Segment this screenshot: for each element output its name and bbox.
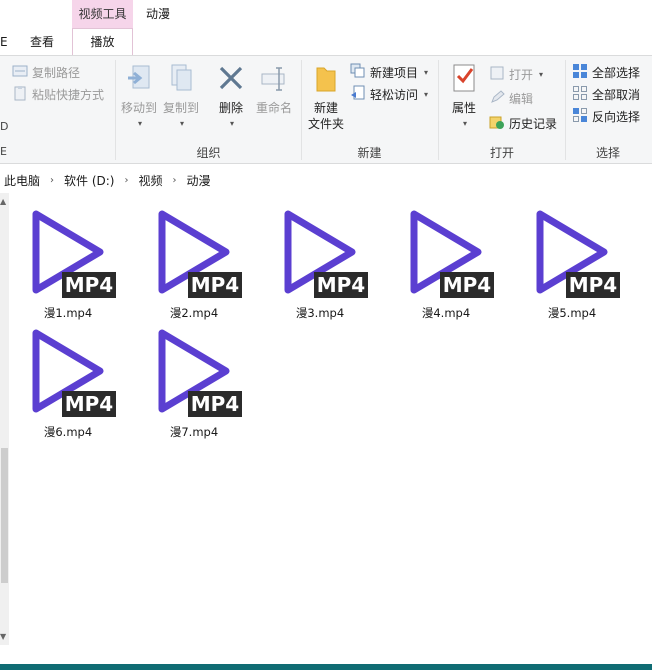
open-icon <box>489 65 505 84</box>
file-item[interactable]: MP4 漫7.mp4 <box>141 321 247 440</box>
select-none-button[interactable]: 全部取消 <box>572 84 640 104</box>
mp4-file-icon: MP4 <box>18 321 118 422</box>
svg-text:MP4: MP4 <box>65 392 113 416</box>
file-item[interactable]: MP4 漫1.mp4 <box>15 202 121 321</box>
select-all-icon <box>572 63 588 82</box>
group-label-select: 选择 <box>595 146 620 160</box>
mp4-file-icon: MP4 <box>396 202 496 303</box>
group-label-open: 打开 <box>489 146 514 160</box>
paste-shortcut-button[interactable]: 粘贴快捷方式 <box>12 84 104 104</box>
mp4-file-icon: MP4 <box>144 321 244 422</box>
chevron-down-icon: ▾ <box>137 119 142 128</box>
breadcrumb-item[interactable]: 此电脑 <box>0 172 44 189</box>
file-item[interactable]: MP4 漫4.mp4 <box>393 202 499 321</box>
folder-icon <box>313 62 339 100</box>
file-name: 漫2.mp4 <box>169 306 219 320</box>
svg-text:MP4: MP4 <box>191 392 239 416</box>
contextual-tab-header: 视频工具 <box>72 0 133 28</box>
rename-button[interactable]: 重命名 <box>255 62 293 116</box>
copy-to-icon <box>166 62 196 100</box>
chevron-down-icon: ▾ <box>424 67 429 77</box>
chevron-right-icon[interactable]: › <box>118 175 134 186</box>
invert-selection-button[interactable]: 反向选择 <box>572 106 640 126</box>
file-name: 漫7.mp4 <box>169 425 219 439</box>
tab-view[interactable]: 查看 <box>30 30 54 54</box>
history-button[interactable]: 历史记录 <box>489 113 557 133</box>
chevron-down-icon: ▾ <box>424 89 429 99</box>
svg-text:MP4: MP4 <box>443 273 491 297</box>
svg-text:MP4: MP4 <box>317 273 365 297</box>
delete-x-icon <box>216 62 246 100</box>
invert-selection-icon <box>572 107 588 126</box>
file-explorer-window: 视频工具 动漫 E 查看 播放 D E 复制路径 粘贴快捷方式 移动到 ▾ 复制… <box>0 0 652 670</box>
svg-text:MP4: MP4 <box>65 273 113 297</box>
file-name: 漫3.mp4 <box>295 306 345 320</box>
copy-path-icon <box>12 64 28 81</box>
tab-play[interactable]: 播放 <box>72 28 133 55</box>
nav-pane-scrollbar[interactable] <box>0 193 9 645</box>
file-item[interactable]: MP4 漫3.mp4 <box>267 202 373 321</box>
chevron-down-icon: ▾ <box>539 69 544 79</box>
open-button[interactable]: 打开 ▾ <box>489 64 543 84</box>
new-item-button[interactable]: 新建项目 ▾ <box>350 62 428 82</box>
ribbon-fragment-label: E <box>0 145 7 158</box>
tab-cut-off[interactable]: E <box>0 30 8 54</box>
svg-text:MP4: MP4 <box>569 273 617 297</box>
file-name: 漫6.mp4 <box>43 425 93 439</box>
file-item[interactable]: MP4 漫6.mp4 <box>15 321 121 440</box>
breadcrumb-item[interactable]: 视频 <box>134 172 166 189</box>
mp4-file-icon: MP4 <box>18 202 118 303</box>
history-icon <box>489 114 505 133</box>
rename-icon <box>259 62 289 100</box>
scrollbar-thumb[interactable] <box>1 448 8 583</box>
chevron-down-icon: ▾ <box>179 119 184 128</box>
mp4-file-icon: MP4 <box>522 202 622 303</box>
paste-shortcut-icon <box>12 85 28 104</box>
copy-to-button[interactable]: 复制到 ▾ <box>162 62 200 132</box>
file-name: 漫1.mp4 <box>43 306 93 320</box>
file-item[interactable]: MP4 漫2.mp4 <box>141 202 247 321</box>
breadcrumb-item[interactable]: 动漫 <box>183 172 215 189</box>
group-label-organize: 组织 <box>196 146 221 160</box>
move-to-icon <box>124 62 154 100</box>
breadcrumb-item[interactable]: 软件 (D:) <box>60 172 118 189</box>
file-name: 漫5.mp4 <box>547 306 597 320</box>
new-item-icon <box>350 63 366 82</box>
chevron-right-icon[interactable]: › <box>167 175 183 186</box>
breadcrumb[interactable]: 此电脑 › 软件 (D:) › 视频 › 动漫 <box>0 170 652 190</box>
scroll-down-icon[interactable]: ▼ <box>0 632 6 641</box>
chevron-down-icon: ▾ <box>229 119 234 128</box>
delete-button[interactable]: 删除 ▾ <box>214 62 248 132</box>
new-folder-button[interactable]: 新建 文件夹 <box>305 62 347 132</box>
select-all-button[interactable]: 全部选择 <box>572 62 640 82</box>
file-item[interactable]: MP4 漫5.mp4 <box>519 202 625 321</box>
properties-button[interactable]: 属性 ▾ <box>448 62 480 132</box>
ribbon-fragment: D <box>0 120 9 133</box>
chevron-right-icon[interactable]: › <box>44 175 60 186</box>
select-none-icon <box>572 85 588 104</box>
mp4-file-icon: MP4 <box>144 202 244 303</box>
mp4-file-icon: MP4 <box>270 202 370 303</box>
svg-text:MP4: MP4 <box>191 273 239 297</box>
copy-path-button[interactable]: 复制路径 <box>12 62 80 82</box>
taskbar-edge <box>0 664 652 670</box>
edit-button[interactable]: 编辑 <box>489 88 533 108</box>
window-title: 动漫 <box>146 7 171 21</box>
scroll-up-icon[interactable]: ▲ <box>0 197 6 206</box>
easy-access-icon <box>350 85 366 104</box>
properties-checkmark-icon <box>451 62 477 100</box>
chevron-down-icon: ▾ <box>462 119 467 128</box>
group-label-new: 新建 <box>357 146 382 160</box>
easy-access-button[interactable]: 轻松访问 ▾ <box>350 84 428 104</box>
move-to-button[interactable]: 移动到 ▾ <box>120 62 158 132</box>
file-name: 漫4.mp4 <box>421 306 471 320</box>
edit-pencil-icon <box>489 89 505 108</box>
